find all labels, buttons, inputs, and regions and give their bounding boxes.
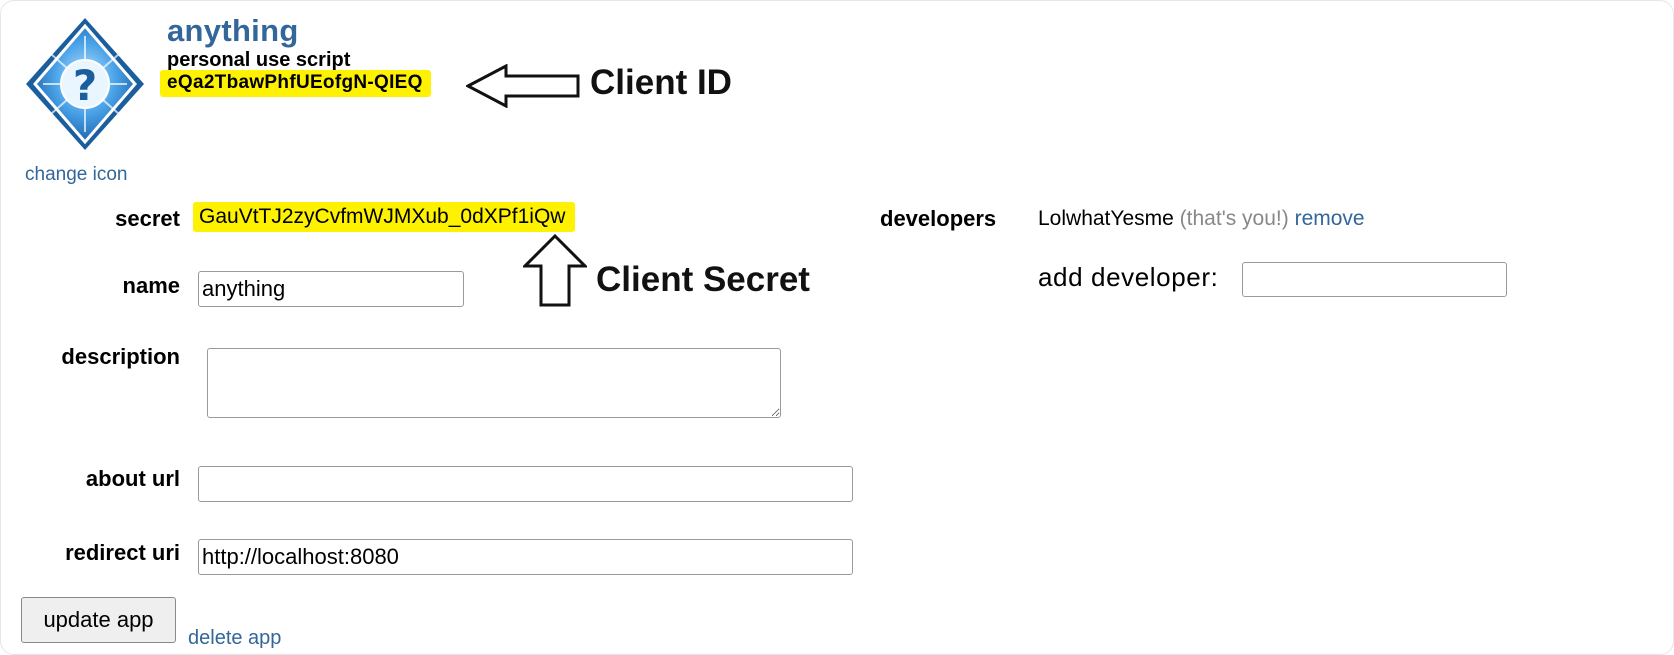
arrow-up-icon bbox=[521, 233, 589, 307]
secret-label: secret bbox=[115, 206, 180, 231]
developers-label: developers bbox=[880, 206, 997, 231]
client-id-annotation: Client ID bbox=[590, 63, 732, 102]
remove-developer-link[interactable]: remove bbox=[1295, 207, 1365, 230]
description-textarea[interactable] bbox=[207, 348, 781, 418]
you-note: (that's you!) bbox=[1179, 207, 1289, 230]
app-type: personal use script bbox=[167, 49, 351, 71]
secret-value: GauVtTJ2zyCvfmWJMXub_0dXPf1iQw bbox=[193, 202, 576, 232]
redirect-uri-label: redirect uri bbox=[65, 540, 180, 565]
update-app-button[interactable]: update app bbox=[21, 597, 176, 643]
app-title: anything bbox=[167, 13, 299, 48]
about-url-label: about url bbox=[85, 466, 180, 491]
arrow-left-icon bbox=[464, 63, 580, 109]
add-developer-label: add developer: bbox=[1038, 262, 1219, 292]
add-developer-input[interactable] bbox=[1242, 262, 1507, 297]
developer-entry: LolwhatYesme (that's you!) remove bbox=[1038, 207, 1365, 231]
svg-text:?: ? bbox=[73, 61, 97, 110]
change-icon-link[interactable]: change icon bbox=[25, 164, 127, 186]
name-label: name bbox=[122, 273, 180, 298]
delete-app-link[interactable]: delete app bbox=[188, 627, 281, 650]
question-mark-diamond-icon: ? bbox=[22, 14, 148, 154]
name-input[interactable] bbox=[198, 271, 464, 307]
developer-name: LolwhatYesme bbox=[1038, 207, 1174, 230]
client-secret-annotation: Client Secret bbox=[596, 260, 810, 299]
redirect-uri-input[interactable] bbox=[198, 539, 853, 575]
description-label: description bbox=[61, 344, 180, 369]
client-id: eQa2TbawPhfUEofgN-QIEQ bbox=[160, 70, 431, 97]
about-url-input[interactable] bbox=[198, 466, 853, 502]
